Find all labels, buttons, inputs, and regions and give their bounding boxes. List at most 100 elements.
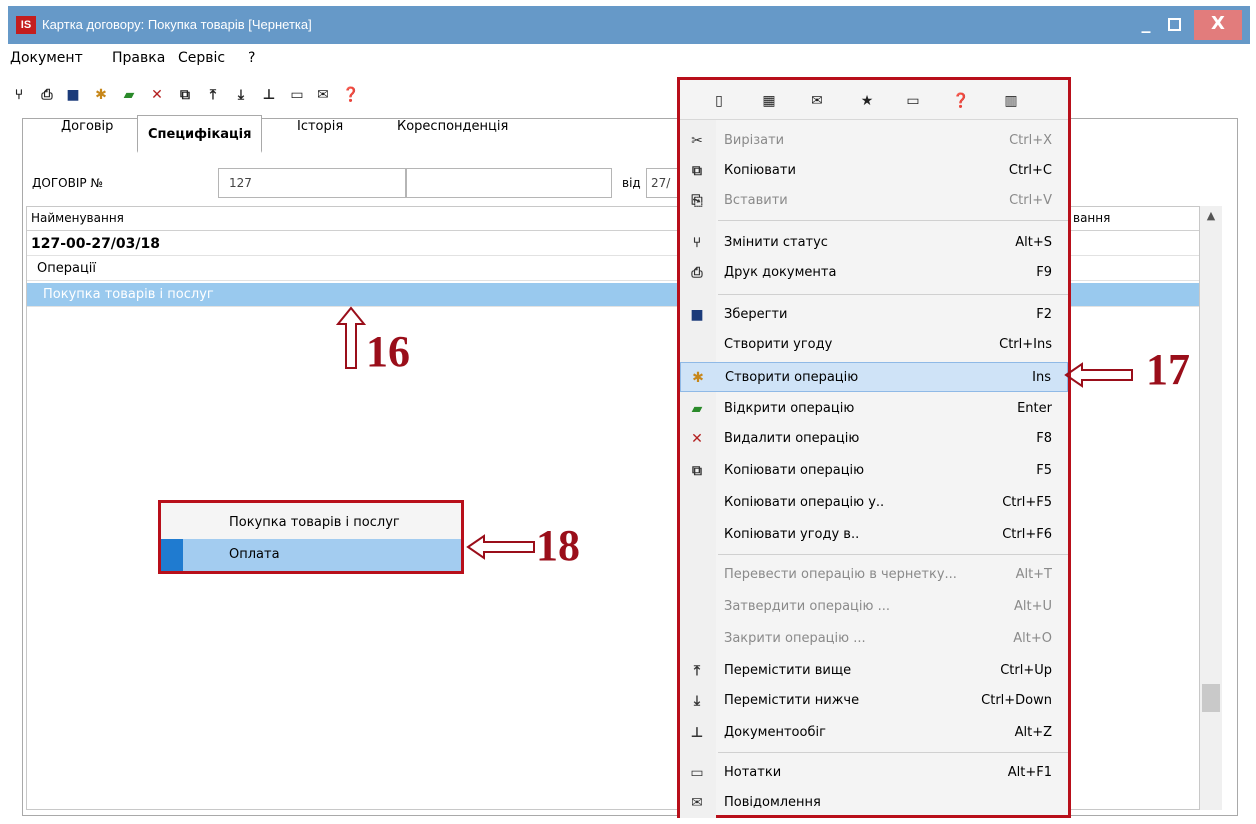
- menu-item-message[interactable]: ✉ Повідомлення: [680, 788, 1068, 818]
- menu-item-to-draft[interactable]: Перевести операцію в чернетку... Alt+T: [680, 560, 1068, 590]
- menu-item-copy-operation-to[interactable]: Копіювати операцію у.. Ctrl+F5: [680, 488, 1068, 518]
- menu-item-print[interactable]: ⎙ Друк документа F9: [680, 258, 1068, 288]
- minimize-button[interactable]: _: [1136, 10, 1156, 40]
- menu-item-label: Друк документа: [724, 265, 837, 280]
- workflow-icon: ⊥: [690, 725, 704, 741]
- menu-separator: [718, 294, 1068, 295]
- menu-item-label: Копіювати угоду в..: [724, 527, 860, 542]
- menu-item-label: Перевести операцію в чернетку...: [724, 567, 957, 582]
- tab-specification[interactable]: Специфікація: [137, 115, 263, 153]
- column-header-right[interactable]: вання: [1073, 211, 1110, 225]
- open-operation-icon[interactable]: ▰: [120, 86, 138, 104]
- calendar-icon[interactable]: ▦: [760, 92, 778, 110]
- delete-operation-icon: ✕: [691, 431, 703, 447]
- contract-number-field[interactable]: 127: [218, 168, 406, 198]
- save-icon[interactable]: ■: [64, 86, 82, 104]
- notes-icon[interactable]: ▭: [904, 92, 922, 110]
- menu-item-workflow[interactable]: ⊥ Документообіг Alt+Z: [680, 718, 1068, 748]
- copy-operation-icon[interactable]: ⧉: [176, 86, 194, 104]
- menu-item-label: Повідомлення: [724, 795, 821, 810]
- menu-item-shortcut: Ctrl+F6: [1002, 527, 1052, 542]
- menu-item-shortcut: Enter: [1017, 401, 1052, 416]
- message-icon[interactable]: ✉: [808, 92, 826, 110]
- chevron-up-icon[interactable]: ▲: [1200, 206, 1222, 226]
- notes-icon: ▭: [690, 765, 704, 781]
- maximize-button[interactable]: [1164, 10, 1184, 40]
- popup-item-label: Оплата: [229, 547, 280, 562]
- message-icon[interactable]: ✉: [314, 86, 332, 104]
- column-header-name[interactable]: Найменування: [31, 211, 124, 225]
- menu-item-shortcut: Ctrl+V: [1009, 193, 1052, 208]
- copy-icon: ⧉: [692, 163, 702, 179]
- move-down-icon[interactable]: ⤓: [232, 86, 250, 104]
- menu-separator: [718, 752, 1068, 753]
- menu-item-close-operation[interactable]: Закрити операцію ... Alt+O: [680, 624, 1068, 654]
- save-icon: ■: [690, 307, 704, 323]
- columns-icon[interactable]: ▥: [1002, 92, 1020, 110]
- menu-item-move-down[interactable]: ⤓ Перемістити нижче Ctrl+Down: [680, 686, 1068, 716]
- menu-item-copy-operation[interactable]: ⧉ Копіювати операцію F5: [680, 456, 1068, 486]
- popup-item-purchase[interactable]: Покупка товарів і послуг: [161, 507, 461, 539]
- menu-separator: [718, 220, 1068, 221]
- help-icon[interactable]: ❓: [952, 92, 970, 110]
- menu-item-paste[interactable]: ⎘ Вставити Ctrl+V: [680, 186, 1068, 216]
- menu-service[interactable]: Сервіс: [178, 50, 225, 66]
- date-label: від: [622, 176, 641, 190]
- notes-icon[interactable]: ▭: [288, 86, 306, 104]
- menu-item-shortcut: F5: [1036, 463, 1052, 478]
- window-title: Картка договору: Покупка товарів [Чернет…: [42, 17, 312, 32]
- menu-item-label: Видалити операцію: [724, 431, 860, 446]
- grid-scrollbar[interactable]: ▲: [1200, 206, 1222, 810]
- workflow-icon[interactable]: ⊥: [260, 86, 278, 104]
- tab-history[interactable]: Історія: [297, 119, 343, 153]
- menu-edit[interactable]: Правка: [112, 50, 165, 66]
- status-icon[interactable]: ⑂: [10, 86, 28, 104]
- menu-item-create-operation[interactable]: ✱ Створити операцію Ins: [680, 362, 1068, 392]
- menu-item-approve-operation[interactable]: Затвердити операцію ... Alt+U: [680, 592, 1068, 622]
- paste-icon: ⎘: [691, 193, 703, 209]
- menu-document[interactable]: Документ: [10, 50, 83, 66]
- menu-item-shortcut: Ctrl+C: [1008, 163, 1052, 178]
- menu-item-label: Змінити статус: [724, 235, 828, 250]
- move-up-icon[interactable]: ⤒: [204, 86, 222, 104]
- menu-item-label: Відкрити операцію: [724, 401, 855, 416]
- menu-item-copy[interactable]: ⧉ Копіювати Ctrl+C: [680, 156, 1068, 186]
- menu-item-move-up[interactable]: ⤒ Перемістити вище Ctrl+Up: [680, 656, 1068, 686]
- menu-item-create-deal[interactable]: Створити угоду Ctrl+Ins: [680, 330, 1068, 360]
- calculator-icon[interactable]: ▯: [710, 92, 728, 110]
- print-icon: ⎙: [691, 265, 703, 281]
- print-icon[interactable]: ⎙: [38, 86, 56, 104]
- delete-operation-icon[interactable]: ✕: [148, 86, 166, 104]
- menu-item-shortcut: Alt+Z: [1014, 725, 1052, 740]
- contract-number-label: ДОГОВІР №: [32, 176, 103, 190]
- close-button[interactable]: X: [1194, 10, 1242, 40]
- menu-item-copy-deal-to[interactable]: Копіювати угоду в.. Ctrl+F6: [680, 520, 1068, 550]
- menu-item-cut[interactable]: ✂ Вирізати Ctrl+X: [680, 126, 1068, 156]
- menu-item-shortcut: Alt+F1: [1007, 765, 1052, 780]
- menu-item-label: Вставити: [724, 193, 788, 208]
- star-icon[interactable]: ★: [858, 92, 876, 110]
- create-operation-icon[interactable]: ✱: [92, 86, 110, 104]
- menu-item-notes[interactable]: ▭ Нотатки Alt+F1: [680, 758, 1068, 788]
- menu-item-save[interactable]: ■ Зберегти F2: [680, 300, 1068, 330]
- scroll-thumb[interactable]: [1202, 684, 1220, 712]
- menu-item-change-status[interactable]: ⑂ Змінити статус Alt+S: [680, 228, 1068, 258]
- main-toolbar: ⑂ ⎙ ■ ✱ ▰ ✕ ⧉ ⤒ ⤓ ⊥ ▭ ✉ ❓: [8, 72, 688, 116]
- menu-item-shortcut: F8: [1036, 431, 1052, 446]
- menu-item-open-operation[interactable]: ▰ Відкрити операцію Enter: [680, 394, 1068, 424]
- menu-item-label: Копіювати: [724, 163, 796, 178]
- menu-item-label: Копіювати операцію: [724, 463, 865, 478]
- maximize-icon: [1167, 18, 1181, 31]
- menu-item-label: Затвердити операцію ...: [724, 599, 890, 614]
- tab-contract[interactable]: Договір: [61, 119, 113, 153]
- title-bar: IS Картка договору: Покупка товарів [Чер…: [8, 6, 1250, 44]
- popup-item-payment[interactable]: Оплата: [161, 539, 461, 571]
- cut-icon: ✂: [691, 133, 703, 149]
- help-icon[interactable]: ❓: [342, 86, 360, 104]
- menu-help[interactable]: ?: [248, 50, 255, 66]
- contract-extra-field[interactable]: [406, 168, 612, 198]
- tab-correspondence[interactable]: Кореспонденція: [397, 119, 508, 153]
- menu-item-shortcut: Ctrl+X: [1009, 133, 1052, 148]
- menu-item-delete-operation[interactable]: ✕ Видалити операцію F8: [680, 424, 1068, 454]
- open-operation-icon: ▰: [691, 401, 703, 417]
